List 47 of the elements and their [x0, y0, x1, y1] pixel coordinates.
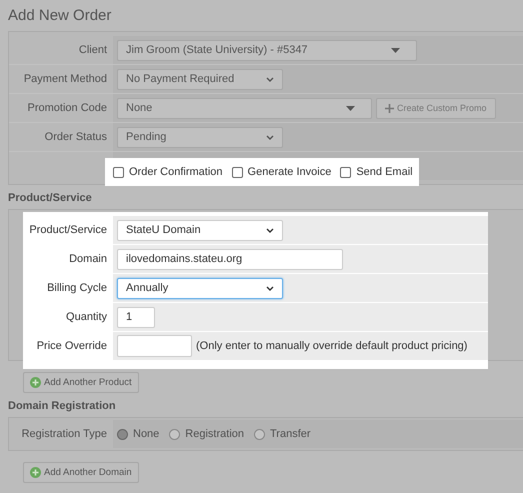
page-title: Add New Order [7, 6, 112, 26]
dropdown-icon [391, 48, 400, 52]
radio-option[interactable]: None [117, 428, 160, 440]
dropdown-field[interactable]: Jim Groom (State University) - #5347 [117, 40, 417, 60]
domain-input[interactable]: ilovedomains.stateu.org [117, 248, 343, 270]
field-label: Promotion Code [26, 101, 108, 116]
section-heading: Product/Service [7, 191, 93, 206]
price-input[interactable] [117, 335, 192, 357]
add-domain-button[interactable]: Add Another Domain [23, 462, 139, 483]
checkbox-option[interactable]: Send Email [340, 166, 413, 178]
create-promo-button[interactable]: Create Custom Promo [376, 98, 496, 118]
field-label: Registration Type [20, 427, 108, 442]
dropdown-icon [346, 106, 355, 110]
field-label: Domain [68, 252, 108, 267]
add-product-button[interactable]: Add Another Product [23, 372, 139, 393]
radio-option[interactable]: Transfer [254, 428, 311, 440]
radio-button[interactable] [117, 428, 128, 440]
chevron-icon [266, 286, 274, 290]
select-field[interactable]: StateU Domain [117, 220, 283, 240]
plus-circle-icon [30, 467, 41, 478]
checkbox-option[interactable]: Generate Invoice [232, 166, 332, 178]
chevron-icon [266, 228, 274, 232]
field-label: Billing Cycle [46, 281, 108, 296]
plus-icon [385, 104, 394, 112]
checkbox[interactable] [232, 166, 243, 178]
select-field[interactable]: Annually [117, 278, 283, 298]
section-heading: Domain Registration [7, 399, 117, 414]
field-label: Payment Method [22, 72, 108, 87]
field-label: Product/Service [28, 223, 108, 238]
quantity-input[interactable]: 1 [117, 306, 155, 328]
checkbox[interactable] [113, 166, 124, 178]
field-label: Order Status [44, 130, 108, 145]
dropdown-field[interactable]: None [117, 98, 372, 118]
select-field[interactable]: No Payment Required [117, 68, 283, 90]
checkbox-option[interactable]: Order Confirmation [113, 166, 223, 178]
field-label: Client [78, 43, 108, 58]
chevron-icon [266, 76, 274, 82]
select-field[interactable]: Pending [117, 126, 283, 148]
radio-button[interactable] [169, 428, 180, 440]
checkbox[interactable] [340, 166, 352, 178]
radio-button[interactable] [254, 428, 265, 440]
plus-circle-icon [30, 377, 41, 388]
field-label: Quantity [65, 310, 108, 325]
hint-text: (Only enter to manually override default product pricing) [196, 340, 468, 352]
chevron-icon [266, 134, 274, 140]
field-label: Price Override [36, 339, 108, 354]
radio-option[interactable]: Registration [169, 428, 244, 440]
